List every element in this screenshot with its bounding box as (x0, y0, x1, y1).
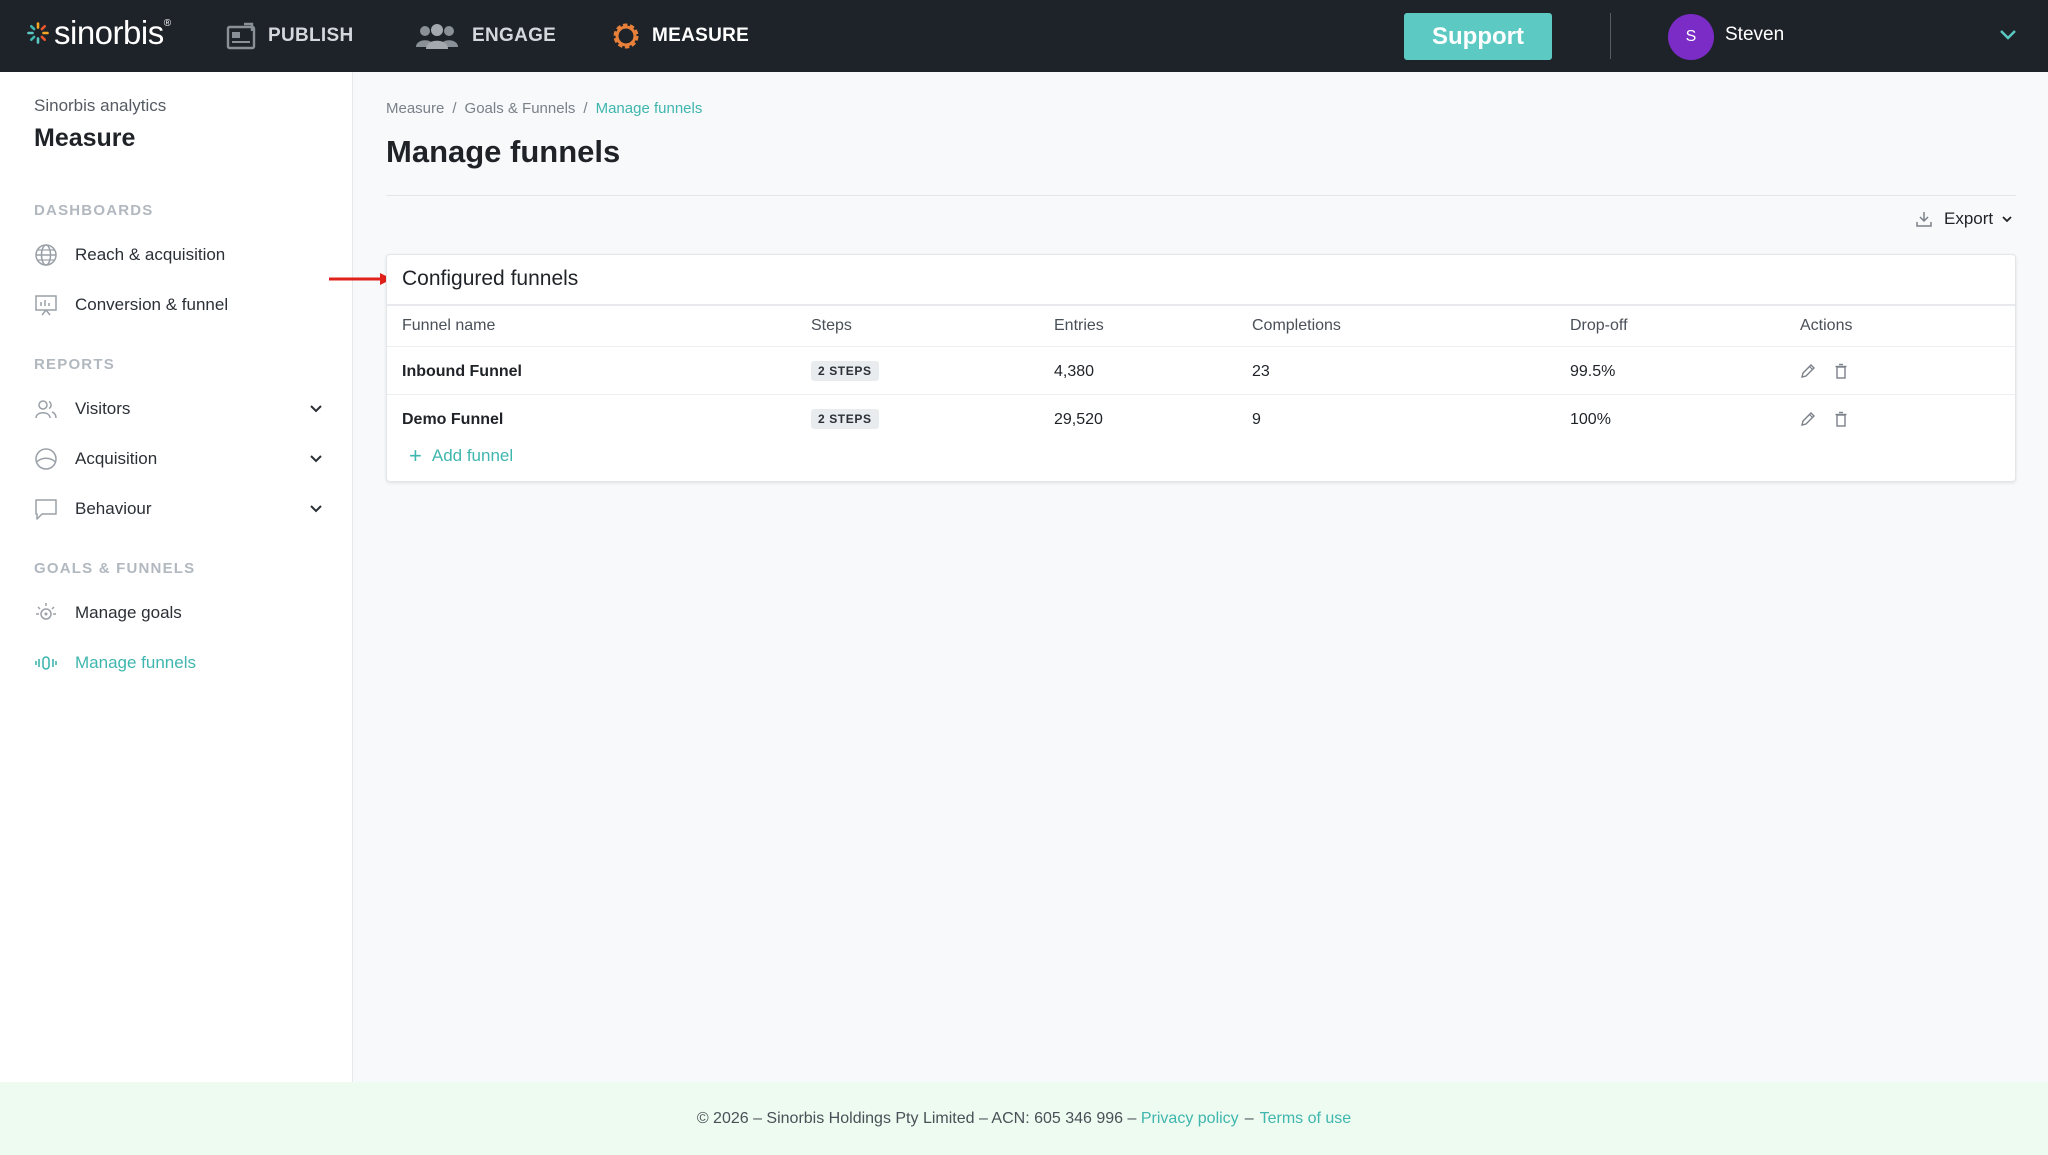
sidebar-item-manage-goals[interactable]: Manage goals (34, 596, 324, 630)
trash-icon[interactable] (1833, 411, 1849, 427)
goal-icon (34, 601, 58, 625)
chevron-down-icon[interactable] (1998, 24, 2018, 44)
footer-copyright: © 2026 – Sinorbis Holdings Pty Limited –… (696, 1109, 1137, 1127)
sidebar-item-label: Visitors (75, 399, 131, 418)
add-funnel-label: Add funnel (431, 446, 514, 465)
nav-engage[interactable]: ENGAGE (414, 20, 556, 52)
breadcrumb-goals-funnels[interactable]: Goals & Funnels (465, 100, 576, 117)
chevron-down-icon[interactable] (308, 501, 324, 517)
funnel-icon (34, 651, 58, 675)
top-navigation-bar: sinorbis ® PUBLISH ENGAGE MEASURE Support… (0, 0, 2048, 72)
footer-separator: – (1244, 1109, 1254, 1127)
breadcrumb-separator: / (583, 100, 588, 117)
sidebar-item-reach-acquisition[interactable]: Reach & acquisition (34, 238, 324, 272)
edit-icon[interactable] (1800, 363, 1816, 379)
column-header-funnel-name[interactable]: Funnel name (402, 317, 495, 335)
nav-engage-label: ENGAGE (472, 25, 557, 46)
nav-measure[interactable]: MEASURE (612, 20, 749, 52)
column-header-steps[interactable]: Steps (811, 317, 852, 335)
column-header-actions: Actions (1800, 317, 1853, 334)
download-icon (1916, 212, 1932, 227)
sidebar-item-label: Reach & acquisition (75, 245, 226, 264)
steps-badge: 2 STEPS (811, 409, 879, 429)
completions-value: 23 (1252, 363, 1270, 380)
entries-value: 4,380 (1054, 363, 1095, 380)
steps-badge: 2 STEPS (811, 361, 879, 381)
edit-icon[interactable] (1800, 411, 1816, 427)
sidebar-section-reports: REPORTS (34, 356, 115, 373)
configured-funnels-card: Configured funnels Funnel name Steps Ent… (386, 254, 2016, 482)
nav-publish[interactable]: PUBLISH (226, 20, 354, 52)
sidebar-item-behaviour[interactable]: Behaviour (34, 492, 324, 526)
sidebar-app-name: Sinorbis analytics (34, 96, 167, 115)
sidebar-item-label: Manage goals (75, 603, 182, 622)
add-funnel-button[interactable]: + Add funnel (409, 445, 513, 467)
completions-value: 9 (1252, 411, 1261, 428)
funnel-name[interactable]: Inbound Funnel (402, 363, 522, 381)
user-name[interactable]: Steven (1725, 24, 1784, 46)
sidebar-title: Measure (34, 124, 136, 152)
sidebar-section-dashboards: DASHBOARDS (34, 202, 154, 219)
export-label: Export (1944, 209, 1994, 228)
gear-icon (613, 23, 639, 49)
support-button[interactable]: Support (1404, 13, 1552, 60)
acquisition-icon (34, 447, 58, 471)
visitors-icon (34, 397, 58, 421)
entries-value: 29,520 (1054, 411, 1103, 428)
topbar-divider (1610, 13, 1611, 59)
sidebar-item-manage-funnels[interactable]: Manage funnels (34, 646, 324, 680)
sidebar-item-label: Behaviour (75, 499, 152, 518)
breadcrumb-separator: / (452, 100, 457, 117)
privacy-policy-link[interactable]: Privacy policy (1141, 1110, 1239, 1128)
breadcrumb-measure[interactable]: Measure (386, 100, 444, 117)
dropoff-value: 100% (1570, 411, 1611, 428)
people-icon (416, 24, 458, 49)
chevron-down-icon[interactable] (308, 401, 324, 417)
card-divider (387, 304, 2015, 306)
footer: © 2026 – Sinorbis Holdings Pty Limited –… (0, 1082, 2048, 1155)
sidebar-item-conversion-funnel[interactable]: Conversion & funnel (34, 288, 324, 322)
table-row[interactable]: Demo Funnel 2 STEPS 29,520 9 100% (387, 395, 2015, 443)
sidebar: Sinorbis analytics Measure DASHBOARDS Re… (0, 72, 353, 1082)
sidebar-item-visitors[interactable]: Visitors (34, 392, 324, 426)
sidebar-item-acquisition[interactable]: Acquisition (34, 442, 324, 476)
funnel-name[interactable]: Demo Funnel (402, 411, 503, 429)
sidebar-item-label: Manage funnels (75, 653, 196, 672)
logo-burst-icon (27, 22, 49, 44)
export-button[interactable]: Export (1916, 209, 2025, 229)
terms-of-use-link[interactable]: Terms of use (1260, 1110, 1352, 1128)
page-title: Manage funnels (386, 134, 621, 169)
plus-icon: + (409, 443, 422, 468)
sinorbis-logo[interactable]: sinorbis ® (26, 14, 171, 52)
chat-icon (34, 497, 58, 521)
table-row[interactable]: Inbound Funnel 2 STEPS 4,380 23 99.5% (387, 346, 2015, 394)
nav-measure-label: MEASURE (652, 25, 750, 46)
column-header-completions[interactable]: Completions (1252, 317, 1341, 335)
column-header-drop-off[interactable]: Drop-off (1570, 317, 1628, 335)
logo-wordmark: sinorbis (54, 14, 164, 51)
presentation-icon (34, 293, 58, 317)
globe-icon (34, 243, 58, 267)
chevron-down-icon[interactable] (308, 451, 324, 467)
publish-icon (226, 22, 256, 50)
user-avatar[interactable]: S (1668, 14, 1714, 60)
sidebar-item-label: Conversion & funnel (75, 295, 229, 314)
annotation-arrow-icon (329, 273, 392, 285)
dropoff-value: 99.5% (1570, 363, 1616, 380)
sidebar-item-label: Acquisition (75, 449, 158, 468)
card-title: Configured funnels (402, 267, 579, 290)
trash-icon[interactable] (1833, 363, 1849, 379)
chevron-down-icon (2002, 216, 2012, 223)
sidebar-section-goals-funnels: GOALS & FUNNELS (34, 560, 196, 577)
nav-publish-label: PUBLISH (268, 25, 354, 46)
title-divider (386, 195, 2016, 196)
breadcrumb: Measure / Goals & Funnels / Manage funne… (386, 100, 702, 117)
breadcrumb-current: Manage funnels (595, 100, 703, 117)
column-header-entries[interactable]: Entries (1054, 317, 1104, 335)
